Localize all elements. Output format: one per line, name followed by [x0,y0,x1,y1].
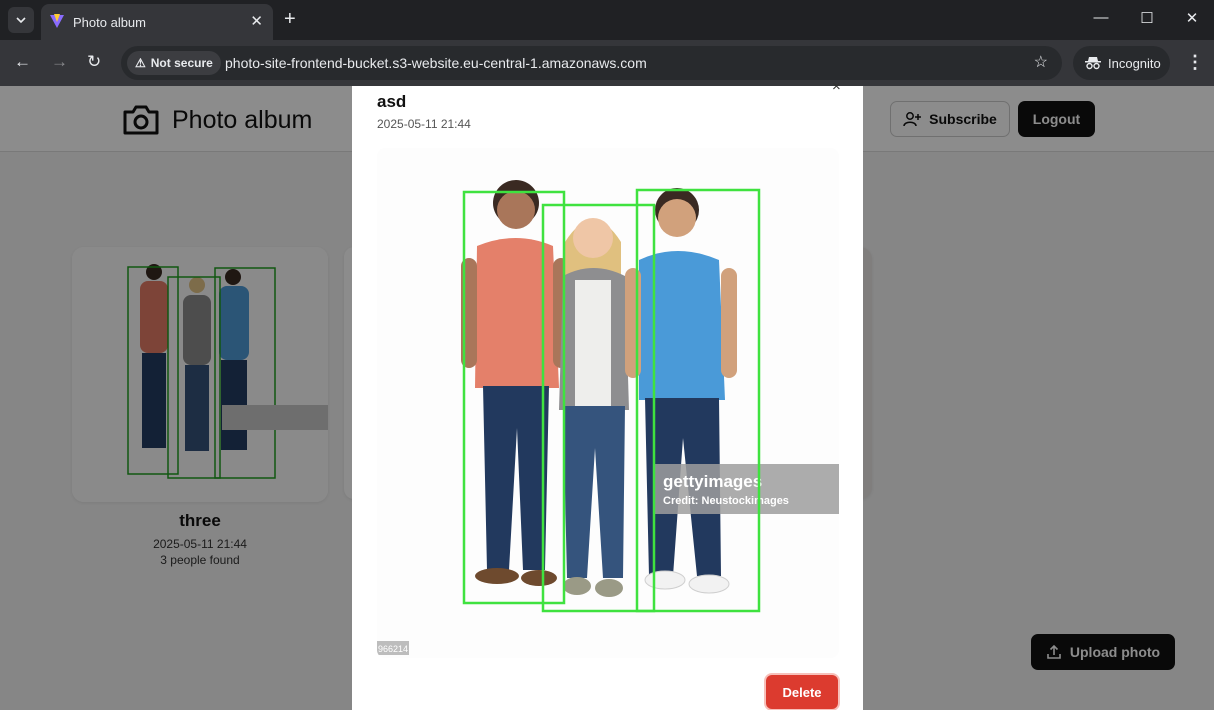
incognito-label: Incognito [1108,55,1161,71]
forward-icon[interactable]: → [51,52,68,72]
security-chip[interactable]: ⚠ Not secure [127,51,221,75]
chevron-down-icon [16,17,26,24]
back-icon[interactable]: ← [14,52,31,72]
image-id-text: 966214 [378,644,408,654]
bookmark-star-icon[interactable]: ☆ [1034,52,1048,72]
security-label: Not secure [150,56,213,70]
new-tab-icon[interactable]: + [284,8,296,30]
delete-button[interactable]: Delete [766,675,838,709]
incognito-button[interactable]: Incognito [1073,46,1170,80]
browser-toolbar: ← → ↻ ⚠ Not secure photo-site-frontend-b… [0,40,1214,86]
photo-detail-modal: × asd 2025-05-11 21:44 gettyimages Credi… [352,78,863,710]
reload-icon[interactable]: ↻ [87,52,101,72]
warning-icon: ⚠ [135,56,146,70]
more-menu-icon[interactable]: ⋮ [1186,52,1204,73]
watermark-brand: gettyimages [663,472,762,491]
watermark-credit: Credit: Neustockimages [663,495,789,507]
photo-image: gettyimages Credit: Neustockimages 96621… [377,148,839,658]
browser-tab[interactable]: Photo album ✕ [41,4,273,40]
incognito-icon [1085,57,1101,70]
url-text[interactable]: photo-site-frontend-bucket.s3-website.eu… [225,55,647,71]
vite-logo-icon [50,14,64,28]
modal-date: 2025-05-11 21:44 [377,117,471,131]
delete-label: Delete [782,684,822,700]
browser-tabbar: Photo album ✕ + — ☐ ✕ [0,0,1214,40]
tab-title: Photo album [73,15,146,30]
address-bar[interactable]: ⚠ Not secure photo-site-frontend-bucket.… [121,46,1062,80]
window-close-icon[interactable]: ✕ [1182,9,1202,27]
modal-title: asd [377,92,407,111]
close-modal-icon[interactable]: × [832,78,841,95]
tab-search-button[interactable] [8,7,34,33]
maximize-icon[interactable]: ☐ [1137,9,1157,27]
close-tab-icon[interactable]: ✕ [250,12,263,30]
minimize-icon[interactable]: — [1091,9,1111,26]
modal-photo: gettyimages Credit: Neustockimages 96621… [377,148,839,658]
